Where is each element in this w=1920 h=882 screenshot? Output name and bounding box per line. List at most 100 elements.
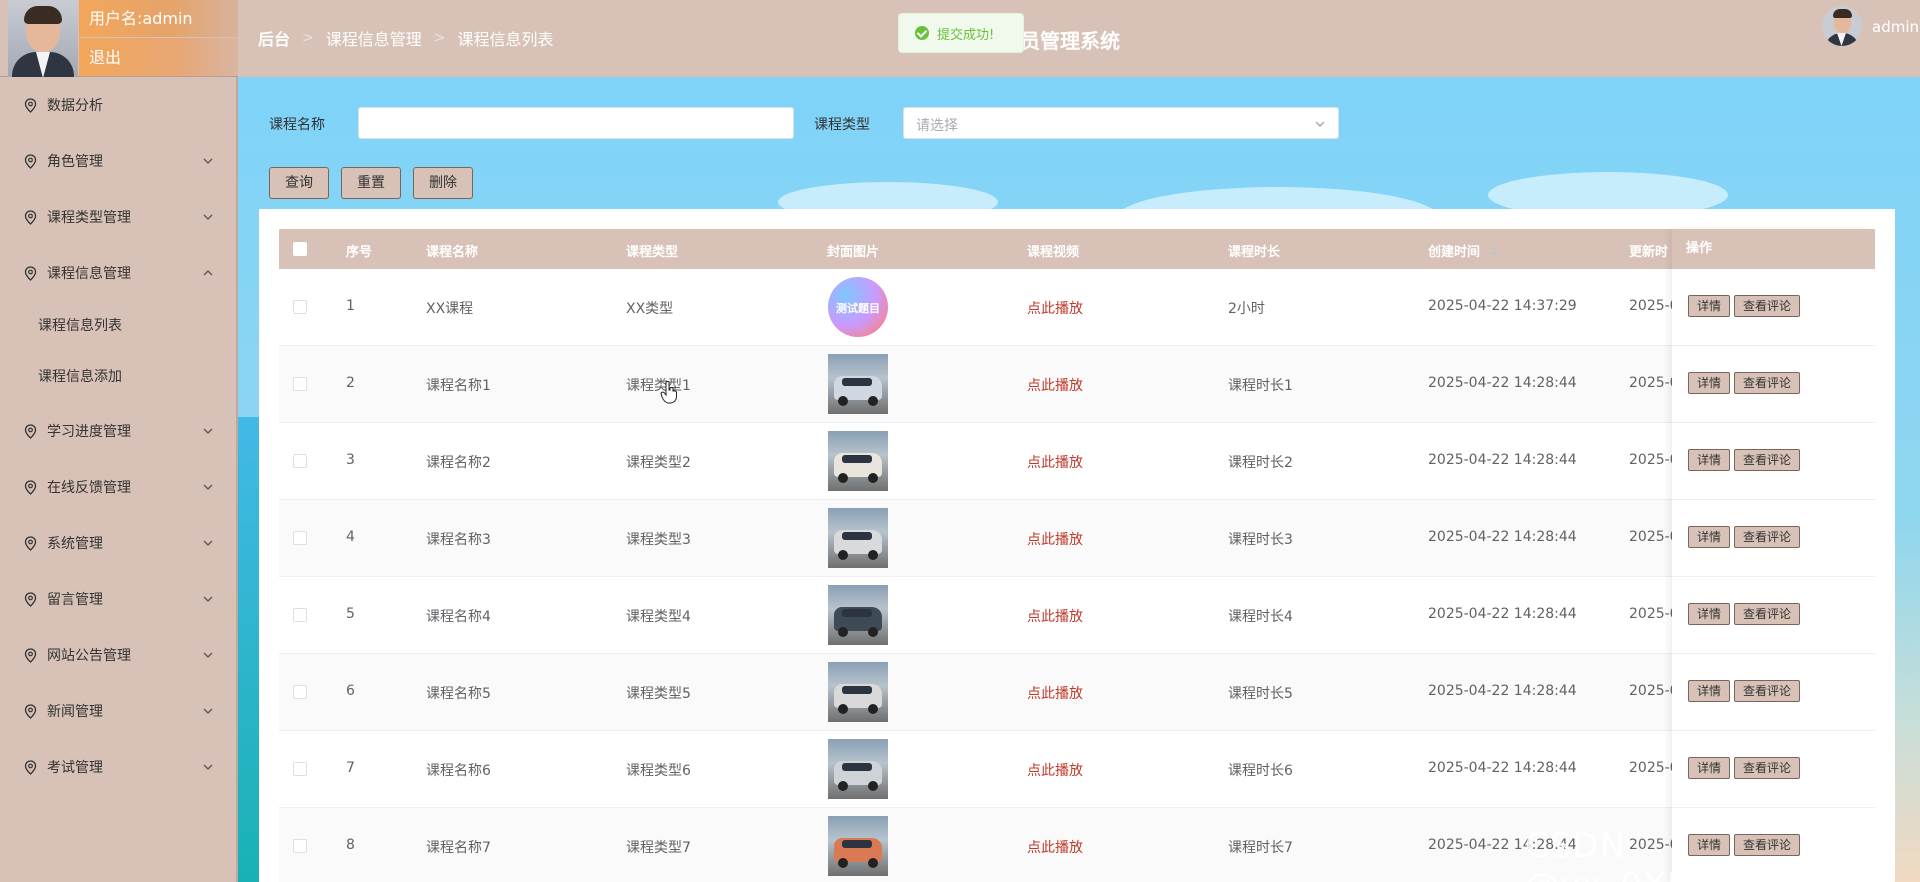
select-all-checkbox[interactable]: [293, 242, 307, 256]
view-comments-button[interactable]: 查看评论: [1734, 295, 1800, 317]
cell-name: 课程名称2: [426, 455, 491, 471]
operation-cell: 详情 查看评论: [1672, 500, 1875, 577]
col-header-created[interactable]: 创建时间: [1428, 241, 1499, 260]
table-row[interactable]: 1 XX课程 XX类型 测试题目 点此播放 2小时 2025-04-22 14:37:29 2…: [279, 269, 1875, 346]
cell-no: 6: [346, 683, 355, 699]
view-comments-button[interactable]: 查看评论: [1734, 757, 1800, 779]
breadcrumb-separator: >: [302, 30, 314, 46]
table-row[interactable]: 7 课程名称6 课程类型6 点此播放 课程时长6 2025-04-22 14:28:44 2…: [279, 731, 1875, 808]
detail-button[interactable]: 详情: [1688, 757, 1730, 779]
check-circle-icon: [915, 26, 929, 40]
sidebar-item[interactable]: 网站公告管理: [0, 627, 236, 683]
detail-button[interactable]: 详情: [1688, 603, 1730, 625]
sidebar-item[interactable]: 新闻管理: [0, 683, 236, 739]
col-header-updated: 更新时: [1629, 245, 1669, 260]
breadcrumb-separator: >: [433, 30, 446, 46]
cell-type: 课程类型6: [626, 763, 691, 779]
operation-cell: 详情 查看评论: [1672, 577, 1875, 654]
location-pin-icon: [24, 97, 37, 113]
row-checkbox[interactable]: [293, 839, 307, 853]
breadcrumb-home[interactable]: 后台: [258, 26, 290, 50]
col-header-name: 课程名称: [426, 245, 479, 260]
sidebar: 用户名:admin 退出 数据分析 角色管理 课程类型管理 课程信息管理 课程信息列表课…: [0, 0, 238, 882]
play-video-link[interactable]: 点此播放: [1027, 837, 1083, 857]
row-checkbox[interactable]: [293, 454, 307, 468]
cover-image: [828, 816, 888, 876]
cover-image: [828, 585, 888, 645]
play-video-link[interactable]: 点此播放: [1027, 298, 1083, 318]
play-video-link[interactable]: 点此播放: [1027, 529, 1083, 549]
chevron-up-icon: [203, 270, 213, 276]
sort-icon: [1490, 246, 1497, 256]
chevron-down-icon: [203, 428, 213, 434]
sidebar-item[interactable]: 学习进度管理: [0, 403, 236, 459]
cell-no: 8: [346, 837, 355, 853]
row-checkbox[interactable]: [293, 300, 307, 314]
play-video-link[interactable]: 点此播放: [1027, 452, 1083, 472]
query-button[interactable]: 查询: [269, 167, 329, 199]
sidebar-item-label: 新闻管理: [47, 704, 103, 720]
sidebar-item[interactable]: 课程信息管理: [0, 245, 236, 301]
course-name-input[interactable]: [358, 107, 794, 139]
cell-no: 1: [346, 298, 355, 314]
sidebar-item-label: 系统管理: [47, 536, 103, 552]
header-username[interactable]: admin: [1872, 18, 1919, 36]
table-row[interactable]: 5 课程名称4 课程类型4 点此播放 课程时长4 2025-04-22 14:28:44 2…: [279, 577, 1875, 654]
logout-button[interactable]: 退出: [79, 38, 238, 76]
sidebar-subitem[interactable]: 课程信息添加: [0, 352, 236, 403]
col-header-duration: 课程时长: [1228, 245, 1281, 260]
row-checkbox[interactable]: [293, 685, 307, 699]
play-video-link[interactable]: 点此播放: [1027, 683, 1083, 703]
sidebar-item[interactable]: 考试管理: [0, 739, 236, 795]
play-video-link[interactable]: 点此播放: [1027, 606, 1083, 626]
col-header-video: 课程视频: [1027, 245, 1080, 260]
row-checkbox[interactable]: [293, 608, 307, 622]
reset-button[interactable]: 重置: [341, 167, 401, 199]
sidebar-item[interactable]: 系统管理: [0, 515, 236, 571]
row-checkbox[interactable]: [293, 377, 307, 391]
cover-image: [828, 739, 888, 799]
sidebar-subitem[interactable]: 课程信息列表: [0, 301, 236, 352]
view-comments-button[interactable]: 查看评论: [1734, 372, 1800, 394]
table-row[interactable]: 2 课程名称1 课程类型1 点此播放 课程时长1 2025-04-22 14:28:44 2…: [279, 346, 1875, 423]
cell-duration: 课程时长7: [1228, 840, 1293, 856]
course-type-select[interactable]: 请选择: [903, 107, 1339, 139]
cell-created: 2025-04-22 14:28:44: [1428, 683, 1577, 699]
cell-created: 2025-04-22 14:28:44: [1428, 452, 1577, 468]
hand-cursor-icon: [660, 381, 677, 404]
sidebar-item[interactable]: 角色管理: [0, 133, 236, 189]
sidebar-item[interactable]: 数据分析: [0, 77, 236, 133]
detail-button[interactable]: 详情: [1688, 295, 1730, 317]
table-row[interactable]: 3 课程名称2 课程类型2 点此播放 课程时长2 2025-04-22 14:28:44 2…: [279, 423, 1875, 500]
sidebar-item[interactable]: 在线反馈管理: [0, 459, 236, 515]
view-comments-button[interactable]: 查看评论: [1734, 603, 1800, 625]
cell-type: 课程类型7: [626, 840, 691, 856]
detail-button[interactable]: 详情: [1688, 680, 1730, 702]
cover-image: [828, 508, 888, 568]
sidebar-menu: 数据分析 角色管理 课程类型管理 课程信息管理 课程信息列表 课程信息添加 学习进度管理 在线…: [0, 77, 236, 795]
sidebar-item[interactable]: 留言管理: [0, 571, 236, 627]
table-row[interactable]: 4 课程名称3 课程类型3 点此播放 课程时长3 2025-04-22 14:28:44 2…: [279, 500, 1875, 577]
cell-type: 课程类型3: [626, 532, 691, 548]
view-comments-button[interactable]: 查看评论: [1734, 526, 1800, 548]
row-checkbox[interactable]: [293, 762, 307, 776]
row-checkbox[interactable]: [293, 531, 307, 545]
view-comments-button[interactable]: 查看评论: [1734, 680, 1800, 702]
detail-button[interactable]: 详情: [1688, 372, 1730, 394]
play-video-link[interactable]: 点此播放: [1027, 375, 1083, 395]
sidebar-item[interactable]: 课程类型管理: [0, 189, 236, 245]
detail-button[interactable]: 详情: [1688, 526, 1730, 548]
breadcrumb-course-info[interactable]: 课程信息管理: [326, 26, 422, 50]
play-video-link[interactable]: 点此播放: [1027, 760, 1083, 780]
view-comments-button[interactable]: 查看评论: [1734, 449, 1800, 471]
col-header-no: 序号: [346, 245, 373, 260]
header-avatar[interactable]: [1822, 6, 1862, 46]
sidebar-item-label: 网站公告管理: [47, 648, 131, 664]
location-pin-icon: [24, 703, 37, 719]
chevron-down-icon: [203, 652, 213, 658]
detail-button[interactable]: 详情: [1688, 449, 1730, 471]
delete-button[interactable]: 删除: [413, 167, 473, 199]
chevron-down-icon: [203, 158, 213, 164]
table-row[interactable]: 6 课程名称5 课程类型5 点此播放 课程时长5 2025-04-22 14:28:44 2…: [279, 654, 1875, 731]
col-header-cover: 封面图片: [827, 245, 880, 260]
